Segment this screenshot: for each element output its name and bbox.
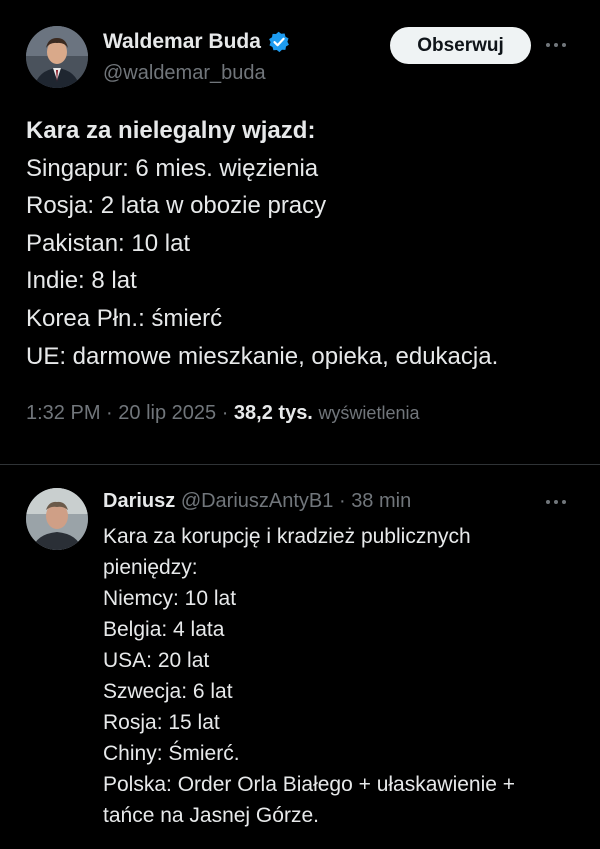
views-count[interactable]: 38,2 tys. <box>234 402 313 424</box>
follow-button[interactable]: Obserwuj <box>390 27 531 64</box>
meta-separator: · <box>338 490 346 512</box>
divider <box>0 464 600 465</box>
verified-badge-icon <box>267 30 291 54</box>
author-name-text[interactable]: Waldemar Buda <box>103 30 261 54</box>
meta-separator: · <box>106 402 119 424</box>
tweet-line: Rosja: 2 lata w obozie pracy <box>26 192 327 220</box>
reply-author-name[interactable]: Dariusz <box>103 490 175 512</box>
author-handle[interactable]: @waldemar_buda <box>103 62 266 85</box>
reply-line: tańce na Jasnej Górze. <box>103 804 319 827</box>
reply-line: Belgia: 4 lata <box>103 618 225 641</box>
reply-handle[interactable]: @DariuszAntyB1 <box>181 490 334 512</box>
reply-text: Kara za korupcję i kradzież publicznych … <box>103 521 583 831</box>
tweet-line: UE: darmowe mieszkanie, opieka, edukacja… <box>26 342 499 370</box>
tweet-time[interactable]: 1:32 PM <box>26 402 100 424</box>
tweet-meta: 1:32 PM · 20 lip 2025 · 38,2 tys. wyświe… <box>26 402 419 425</box>
reply-header: Dariusz @DariuszAntyB1 · 38 min <box>103 490 411 513</box>
reply-line: Kara za korupcję i kradzież publicznych <box>103 525 471 548</box>
reply-time[interactable]: 38 min <box>351 490 411 512</box>
tweet-line: Korea Płn.: śmierć <box>26 304 223 332</box>
tweet-text: Kara za nielegalny wjazd: Singapur: 6 mi… <box>26 112 586 375</box>
more-options-icon[interactable] <box>546 43 566 47</box>
tweet-line: Pakistan: 10 lat <box>26 229 191 257</box>
tweet-date[interactable]: 20 lip 2025 <box>118 402 216 424</box>
reply-line: Szwecja: 6 lat <box>103 680 233 703</box>
tweet-line: Indie: 8 lat <box>26 267 137 295</box>
avatar[interactable] <box>26 26 88 88</box>
reply-line: pieniędzy: <box>103 556 198 579</box>
more-options-icon[interactable] <box>546 500 566 504</box>
reply-avatar[interactable] <box>26 488 88 550</box>
author-name[interactable]: Waldemar Buda <box>103 30 291 54</box>
meta-separator: · <box>221 402 234 424</box>
views-label: wyświetlenia <box>318 403 420 423</box>
reply-line: USA: 20 lat <box>103 649 210 672</box>
reply-line: Rosja: 15 lat <box>103 711 220 734</box>
tweet-line: Kara za nielegalny wjazd: <box>26 117 316 144</box>
reply-line: Polska: Order Orla Białego + ułaskawieni… <box>103 773 516 796</box>
reply-line: Chiny: Śmierć. <box>103 742 240 765</box>
reply-line: Niemcy: 10 lat <box>103 587 237 610</box>
tweet-line: Singapur: 6 mies. więzienia <box>26 154 319 182</box>
